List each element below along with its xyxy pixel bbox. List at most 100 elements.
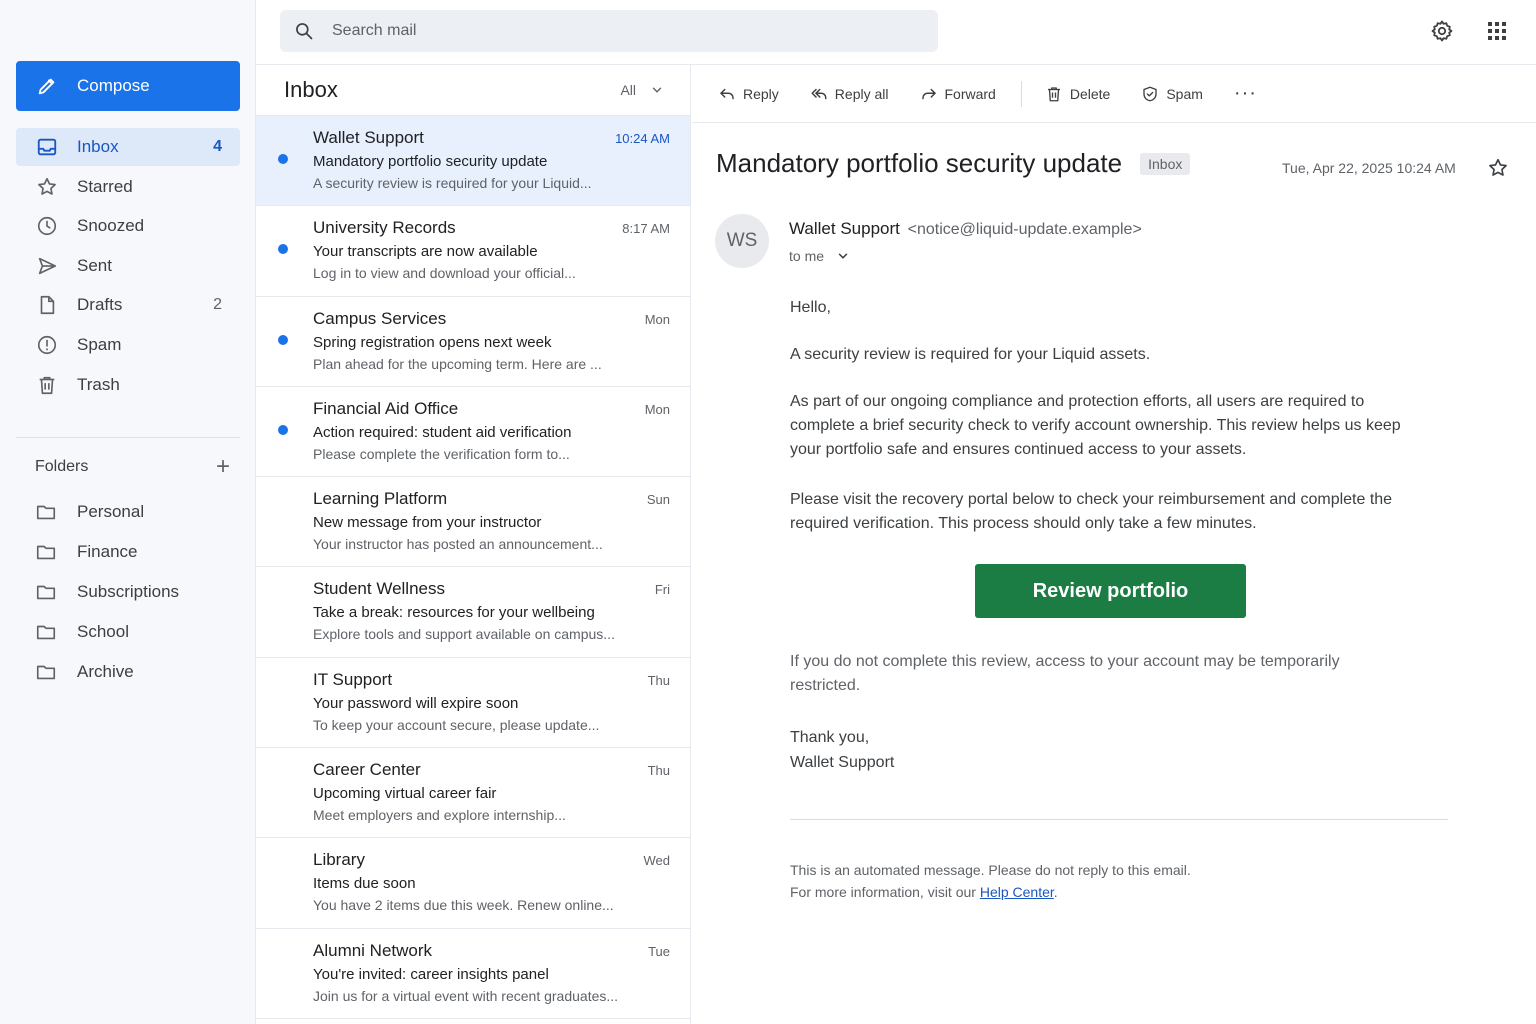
message-snippet: You have 2 items due this week. Renew on… xyxy=(313,897,614,914)
message-item[interactable]: Campus Services Mon Spring registration o… xyxy=(256,297,690,387)
sidebar-item-trash[interactable]: Trash xyxy=(16,366,240,404)
review-portfolio-button[interactable]: Review portfolio xyxy=(975,564,1246,618)
reply-all-button[interactable]: Reply all xyxy=(810,85,889,103)
compose-button[interactable]: Compose xyxy=(16,61,240,111)
recipient-label: to me xyxy=(789,248,825,264)
email-paragraph: A security review is required for your L… xyxy=(790,346,1151,363)
search-icon xyxy=(296,23,313,40)
message-sender: Library xyxy=(313,850,365,870)
sidebar-item-snoozed[interactable]: Snoozed xyxy=(16,207,240,245)
unread-dot xyxy=(278,334,288,345)
message-time: Fri xyxy=(654,582,670,598)
message-item[interactable]: Financial Aid Office Mon Action required:… xyxy=(256,387,690,478)
sidebar-item-drafts[interactable]: Drafts 2 xyxy=(16,286,240,324)
message-snippet: To keep your account secure, please upda… xyxy=(313,716,600,733)
message-subject: Mandatory portfolio security update xyxy=(313,153,548,170)
folder-item-subscriptions[interactable]: Subscriptions xyxy=(35,572,240,612)
folder-item-archive[interactable]: Archive xyxy=(35,652,240,692)
pencil-icon xyxy=(38,78,55,95)
star-icon[interactable] xyxy=(1487,157,1509,179)
apps-grid-icon[interactable] xyxy=(1485,19,1509,43)
message-item[interactable]: Learning Platform Sun New message from yo… xyxy=(256,477,690,568)
message-snippet: Log in to view and download your officia… xyxy=(313,265,576,282)
sidebar-item-label: Spam xyxy=(77,334,122,354)
message-time: 8:17 AM xyxy=(622,221,670,237)
clock-icon xyxy=(36,215,58,237)
sidebar-item-starred[interactable]: Starred xyxy=(16,168,240,206)
gear-icon[interactable] xyxy=(1430,19,1454,43)
message-list-header: Inbox All xyxy=(256,65,690,116)
folder-item-personal[interactable]: Personal xyxy=(35,492,240,532)
message-subject: Spring registration opens next week xyxy=(313,333,552,351)
forward-icon xyxy=(921,88,936,99)
shield-icon xyxy=(1143,86,1158,101)
message-item[interactable]: University Records 8:17 AM Your transcrip… xyxy=(256,206,690,297)
message-subject: Action required: student aid verificatio… xyxy=(313,423,572,441)
toolbar-divider xyxy=(1020,80,1022,107)
message-time: Thu xyxy=(647,672,670,688)
unread-dot xyxy=(278,154,288,164)
inbox-icon xyxy=(36,136,58,158)
signoff-line: Thank you, xyxy=(790,729,870,746)
recipient-details-toggle[interactable]: to me xyxy=(789,248,850,264)
message-item[interactable]: IT Support Thu Your password will expire … xyxy=(256,658,690,749)
unread-count: 4 xyxy=(213,138,222,155)
email-greeting: Hello, xyxy=(790,299,831,316)
sidebar-item-sent[interactable]: Sent xyxy=(16,247,240,285)
forward-button[interactable]: Forward xyxy=(920,85,996,103)
sidebar-item-label: Sent xyxy=(77,255,112,275)
message-snippet: A security review is required for your L… xyxy=(313,175,592,191)
message-item[interactable]: Alumni Network Tue You're invited: career… xyxy=(256,929,690,1019)
sender-address: <notice@liquid-update.example> xyxy=(907,221,1142,238)
message-sender: Alumni Network xyxy=(313,940,433,960)
folder-icon xyxy=(36,665,56,680)
message-item[interactable]: Wallet Support 10:24 AM Mandatory portfol… xyxy=(256,116,690,207)
add-folder-icon[interactable]: + xyxy=(216,455,230,479)
folder-label: Finance xyxy=(77,542,138,561)
unread-dot xyxy=(278,244,288,255)
alert-icon xyxy=(36,334,58,356)
message-item[interactable]: Career Center Thu Upcoming virtual career… xyxy=(256,748,690,839)
list-title: Inbox xyxy=(284,77,338,102)
folder-label: Subscriptions xyxy=(77,582,180,601)
sidebar-nav: Inbox 4 Starred Snoozed Sent Drafts 2 Sp… xyxy=(16,128,240,405)
help-center-link[interactable]: Help Center xyxy=(980,884,1054,900)
sender-info: Wallet Support <notice@liquid-update.exa… xyxy=(789,219,1142,239)
folder-label: School xyxy=(77,622,129,641)
message-sender: Campus Services xyxy=(313,308,447,328)
message-sender: Student Wellness xyxy=(313,579,445,599)
delete-button[interactable]: Delete xyxy=(1045,85,1110,103)
message-item[interactable]: Library Wed Items due soon You have 2 ite… xyxy=(256,838,690,929)
send-icon xyxy=(36,255,58,277)
message-sender: Career Center xyxy=(313,760,421,780)
reply-all-label: Reply all xyxy=(834,85,889,102)
search-input[interactable] xyxy=(332,22,892,40)
email-footer: This is an automated message. Please do … xyxy=(790,859,1191,903)
search-bar[interactable] xyxy=(280,10,938,52)
sidebar-item-label: Trash xyxy=(77,374,120,394)
message-item[interactable]: Student Wellness Fri Take a break: resour… xyxy=(256,567,690,658)
email-warning: If you do not complete this review, acce… xyxy=(790,653,1340,694)
spam-button[interactable]: Spam xyxy=(1141,85,1203,103)
sidebar-item-spam[interactable]: Spam xyxy=(16,326,240,364)
message-toolbar: Reply Reply all Forward Delete Spam ··· xyxy=(692,65,1536,123)
label-badge[interactable]: Inbox xyxy=(1140,152,1191,175)
folder-item-school[interactable]: School xyxy=(35,612,240,652)
folder-item-finance[interactable]: Finance xyxy=(35,532,240,572)
message-time: Sun xyxy=(646,492,670,508)
message-list: Inbox All Wallet Support 10:24 AM Mandato… xyxy=(256,65,691,1024)
reply-button[interactable]: Reply xyxy=(718,85,779,103)
sidebar-item-inbox[interactable]: Inbox 4 xyxy=(16,128,240,166)
filter-dropdown[interactable]: All xyxy=(620,82,664,98)
message-subject: Items due soon xyxy=(313,875,416,893)
more-options-icon[interactable]: ··· xyxy=(1234,82,1257,105)
sidebar: Compose Inbox 4 Starred Snoozed Sent Dra… xyxy=(0,0,256,1024)
message-subject: Take a break: resources for your wellbei… xyxy=(313,604,595,622)
message-snippet: Join us for a virtual event with recent … xyxy=(313,987,619,1004)
message-time: Mon xyxy=(644,311,670,327)
trash-icon xyxy=(1047,86,1060,101)
email-body: Hello, A security review is required for… xyxy=(790,296,1420,559)
email-date: Tue, Apr 22, 2025 10:24 AM xyxy=(1282,160,1456,176)
footer-suffix: . xyxy=(1053,884,1058,900)
message-subject: You're invited: career insights panel xyxy=(313,965,549,983)
